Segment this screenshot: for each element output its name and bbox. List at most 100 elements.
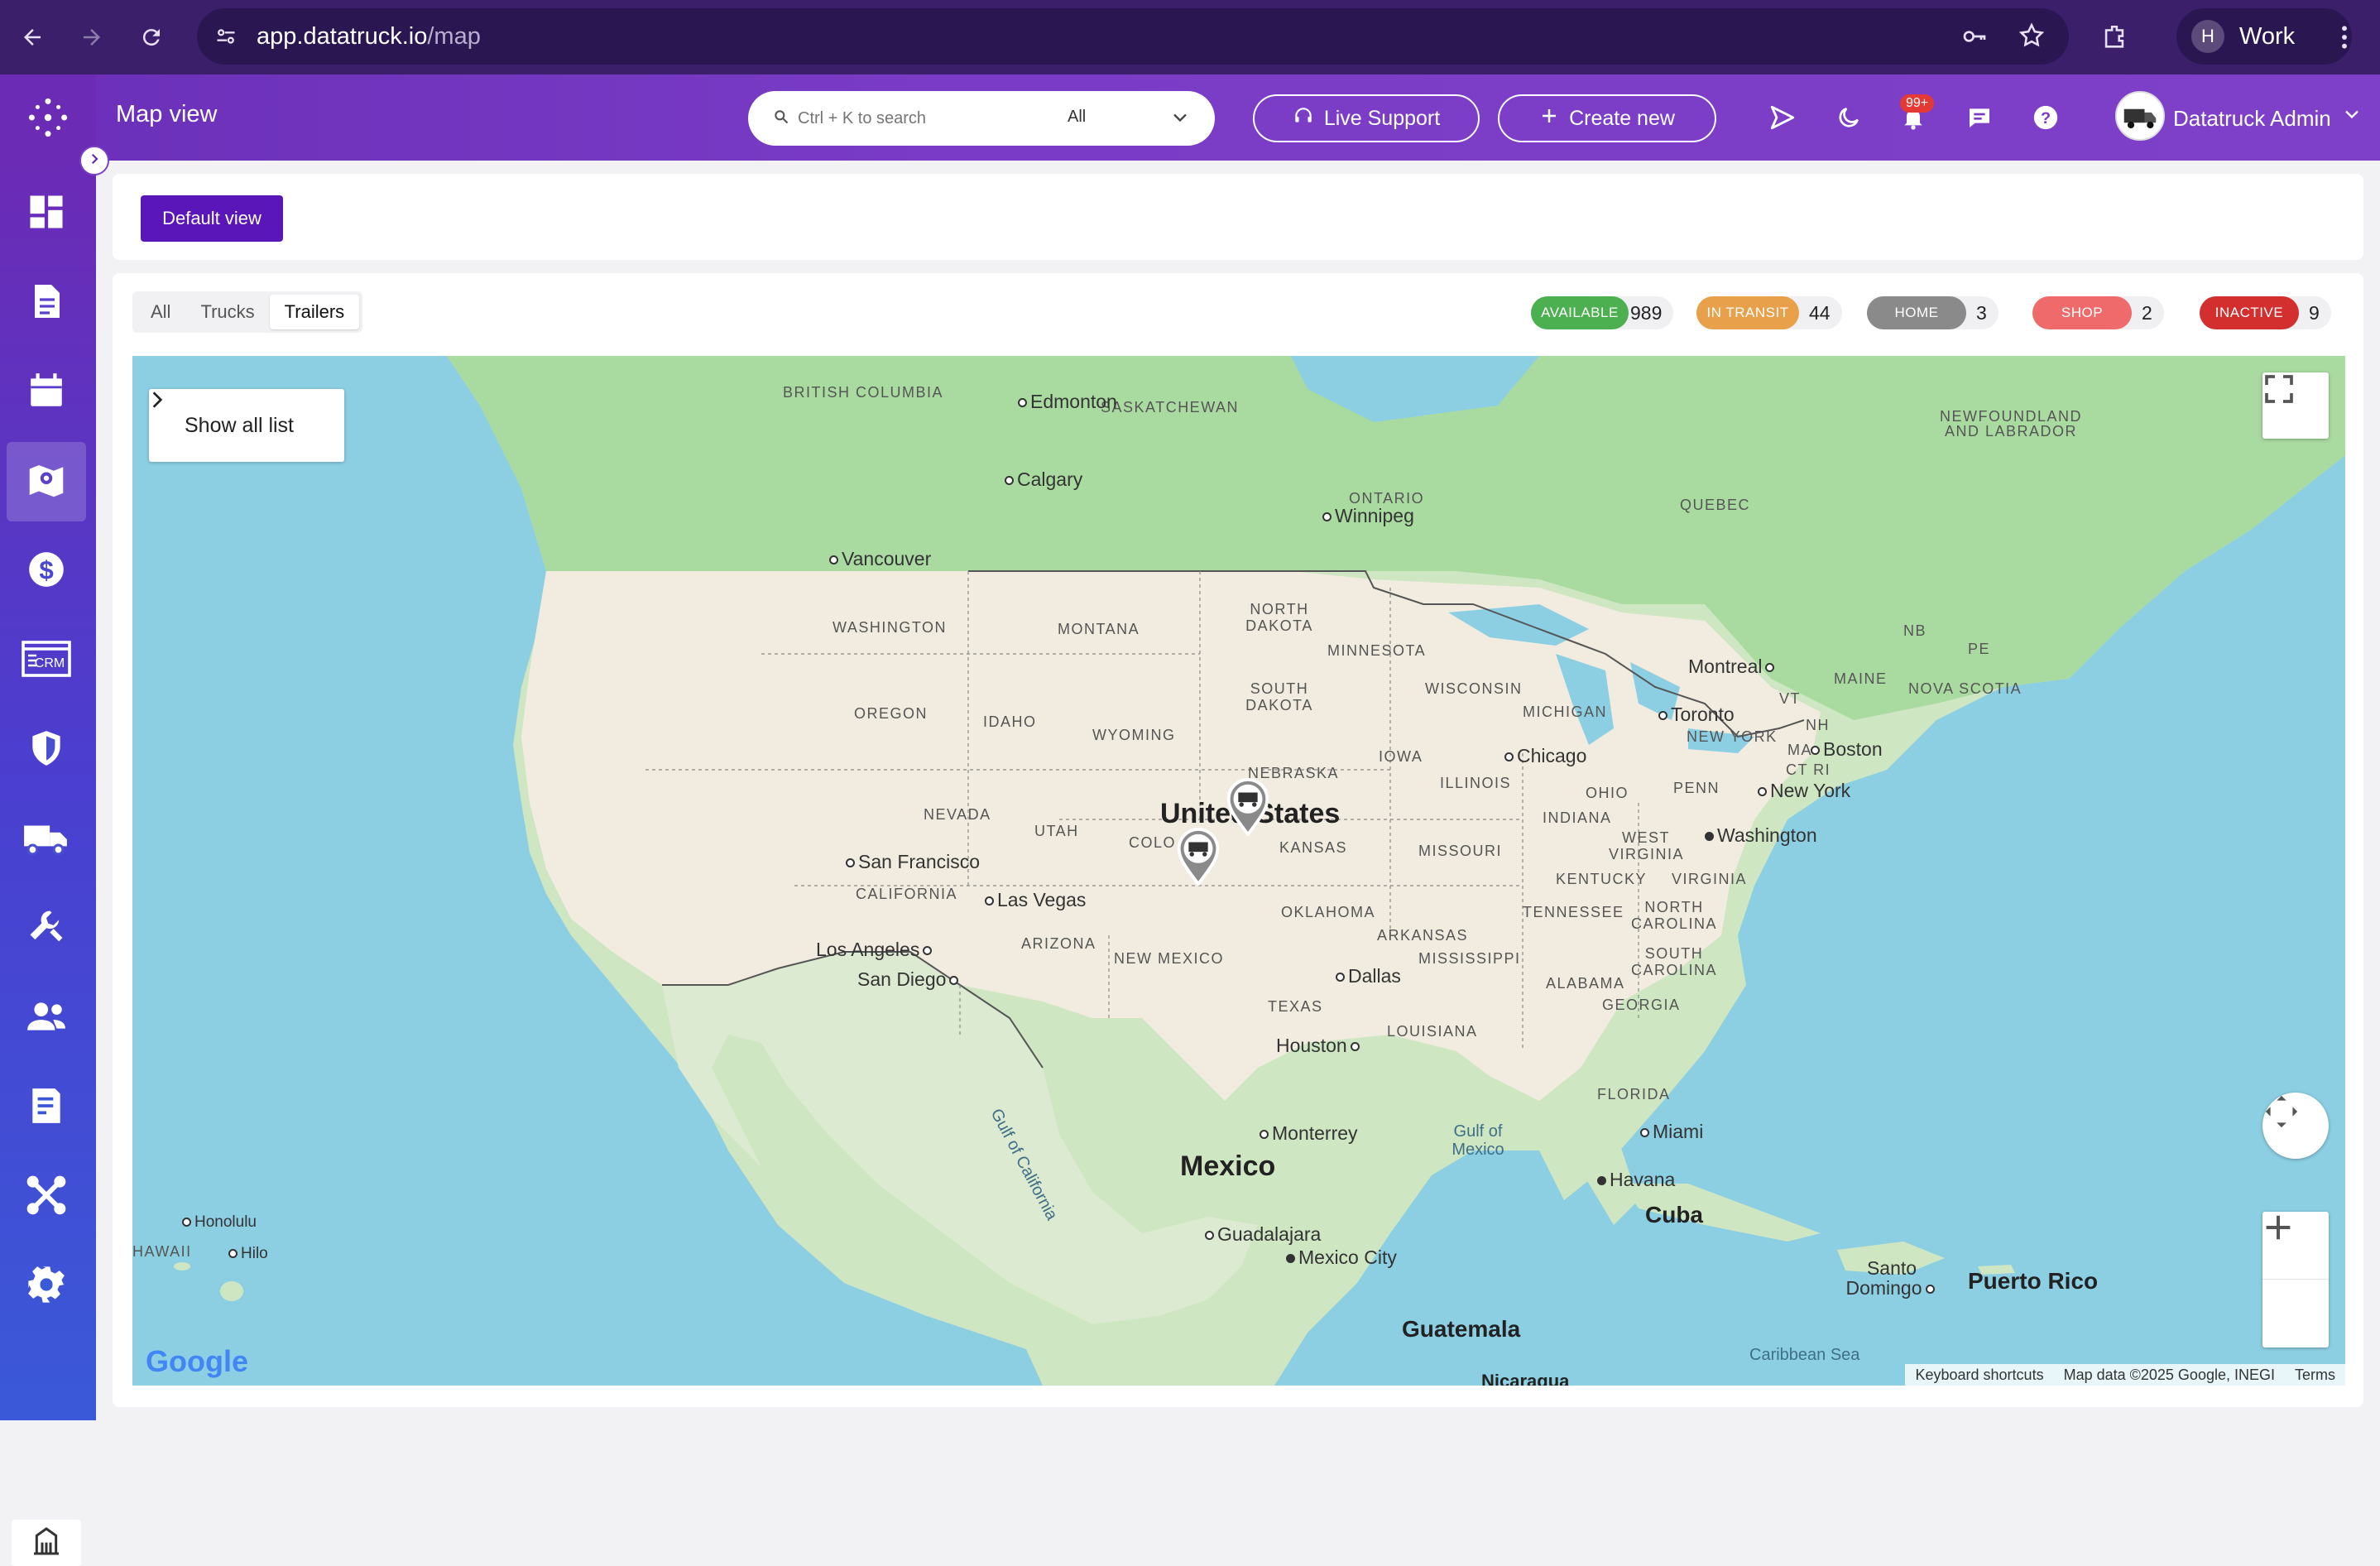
city-dot [1811,746,1820,756]
password-key-icon[interactable] [1960,23,1989,54]
trailer-marker[interactable] [1225,778,1271,836]
sidebar-item-safety[interactable] [7,710,86,790]
sidebar-item-finance[interactable]: $ [7,531,86,611]
sidebar: $ CRM [0,161,96,1566]
chevron-down-icon[interactable] [1168,106,1192,133]
region-label: ARIZONA [1021,935,1096,952]
sidebar-item-map[interactable] [7,442,86,521]
sidebar-item-crm[interactable]: CRM [7,621,86,700]
address-bar[interactable]: app.datatruck.io/map [197,8,2069,65]
sidebar-item-documents[interactable] [7,263,86,343]
city-dot [985,896,994,906]
zoom-out-button[interactable] [2262,1226,2329,1346]
help-icon[interactable]: ? [2029,101,2062,134]
chevron-down-icon[interactable] [2340,103,2363,130]
site-settings-icon[interactable] [214,25,238,52]
sidebar-item-reports[interactable] [7,1068,86,1147]
default-view-button[interactable]: Default view [141,195,283,242]
notification-badge: 99+ [1900,94,1935,113]
global-search[interactable]: All [748,91,1215,146]
tab-trailers[interactable]: Trailers [269,295,360,329]
extensions-icon[interactable] [2092,15,2137,60]
bookmark-star-icon[interactable] [2018,22,2046,54]
sidebar-item-integrations[interactable] [7,1157,86,1237]
chat-icon[interactable] [1963,101,1996,134]
asset-type-tabs: All Trucks Trailers [132,291,363,333]
region-label: TENNESSEE [1523,904,1624,920]
city-name: Toronto [1671,704,1735,725]
user-avatar[interactable] [2115,91,2165,141]
app-logo-icon[interactable] [0,74,96,161]
dark-mode-icon[interactable] [1832,101,1865,134]
crm-label: CRM [35,656,65,670]
building-icon [30,1525,63,1562]
sidebar-collapse-button[interactable] [79,146,109,175]
url-text: app.datatruck.io/map [257,23,481,50]
status-label: SHOP [2032,296,2132,329]
sidebar-item-maintenance[interactable] [7,889,86,968]
region-label: UTAH [1034,823,1079,839]
region-label: CT RI [1786,761,1831,778]
city-label: Havana [1594,1169,1675,1191]
city-dot [949,976,959,986]
shield-icon [26,727,67,774]
google-logo-text: Google [146,1344,248,1378]
city-label: Miami [1637,1121,1703,1143]
browser-menu-icon[interactable] [2322,15,2367,60]
sidebar-item-calendar[interactable] [7,353,86,432]
send-icon[interactable] [1766,101,1799,134]
search-scope-select[interactable]: All [1068,108,1086,127]
reload-icon[interactable] [129,15,174,60]
region-label: OKLAHOMA [1281,904,1376,920]
keyboard-shortcuts-link[interactable]: Keyboard shortcuts [1905,1367,2053,1384]
city-dot [1658,711,1667,721]
search-input[interactable] [798,108,1005,128]
google-logo: Google [146,1344,248,1379]
city-name: Winnipeg [1335,505,1414,526]
sidebar-item-users[interactable] [7,978,86,1058]
region-label: PE [1968,641,1991,657]
trailer-marker[interactable] [1175,828,1221,886]
profile-avatar: H [2191,20,2224,53]
document-icon [26,280,66,327]
back-icon[interactable] [10,15,55,60]
city-name: Washington [1717,824,1817,846]
fullscreen-button[interactable] [2262,372,2329,439]
tab-all[interactable]: All [136,295,185,329]
show-all-list-button[interactable]: Show all list [149,389,344,462]
tab-trucks[interactable]: Trucks [185,295,269,329]
city-label: Montreal [1688,656,1778,678]
status-filter-in-transit[interactable]: IN TRANSIT 44 [1696,296,1842,329]
city-label: Las Vegas [981,889,1086,911]
live-support-button[interactable]: Live Support [1253,94,1480,142]
city-label: Toronto [1655,704,1735,726]
map-canvas[interactable]: BRITISH COLUMBIA SASKATCHEWAN NEWFOUNDLA… [132,356,2345,1386]
region-label: NEWFOUNDLAND AND LABRADOR [1939,408,2082,440]
create-new-label: Create new [1569,106,1675,130]
sidebar-item-settings[interactable] [7,1247,86,1326]
map-attribution: Keyboard shortcuts Map data ©2025 Google… [1905,1364,2345,1386]
company-button[interactable] [12,1520,81,1566]
terms-link[interactable]: Terms [2285,1367,2345,1384]
city-dot [1350,1042,1360,1052]
sidebar-item-dashboard[interactable] [7,174,86,253]
users-icon [23,996,70,1041]
search-icon [773,108,789,129]
camera-control-button[interactable] [2262,1093,2329,1159]
status-filter-shop[interactable]: SHOP 2 [2032,296,2164,329]
sidebar-item-fleet[interactable] [7,800,86,879]
status-filter-available[interactable]: AVAILABLE 989 [1531,296,1674,329]
water-label: Caribbean Sea [1749,1346,1860,1364]
forward-icon[interactable] [70,15,114,60]
headset-icon [1293,105,1314,132]
status-count: 44 [1809,301,1831,324]
city-label: Guadalajara [1202,1223,1321,1246]
status-filter-home[interactable]: HOME 3 [1867,296,1999,329]
region-label: COLO [1129,834,1177,851]
status-filter-inactive[interactable]: INACTIVE 9 [2200,296,2331,329]
user-name[interactable]: Datatruck Admin [2173,106,2331,132]
create-new-button[interactable]: Create new [1498,94,1716,142]
water-label: Gulf of Mexico [1452,1122,1504,1159]
url-host: app.datatruck.io [257,22,428,50]
city-name: San Diego [857,968,947,990]
